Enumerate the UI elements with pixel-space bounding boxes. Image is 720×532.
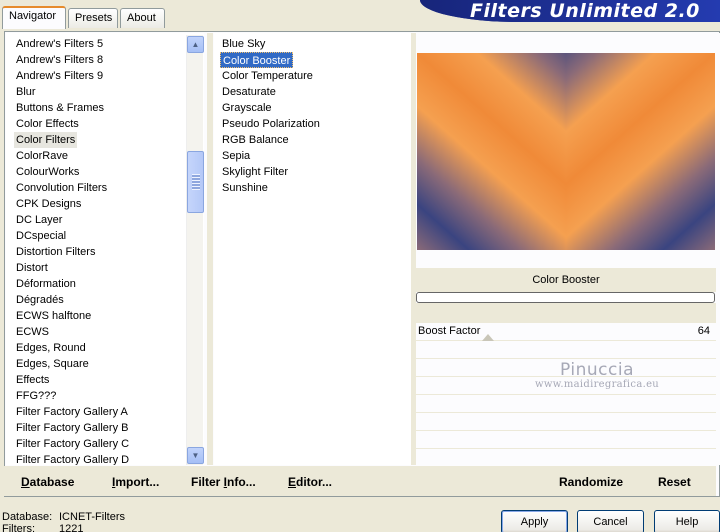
- parameter-list: Boost Factor 64: [416, 323, 716, 467]
- status-area: Database: ICNET-Filters Filters: 1221: [2, 511, 125, 532]
- filter-info-label: Filter: [191, 475, 224, 489]
- param-row-boost-factor[interactable]: Boost Factor 64: [416, 323, 716, 341]
- database-button[interactable]: Database: [21, 475, 74, 489]
- tab-about[interactable]: About: [120, 8, 165, 28]
- preview-image: [417, 53, 715, 250]
- status-filters: Filters: 1221: [2, 523, 125, 532]
- scroll-up-button[interactable]: ▲: [187, 36, 204, 53]
- filter-info-label-rest: nfo...: [227, 475, 256, 489]
- watermark-url: www.maidiregrafica.eu: [534, 379, 660, 390]
- filter-item[interactable]: Pseudo Polarization: [220, 116, 322, 132]
- category-list[interactable]: Andrew's Filters 5 Andrew's Filters 8 Andr…: [6, 33, 204, 465]
- category-item[interactable]: Effects: [14, 372, 51, 388]
- reset-button[interactable]: Reset: [658, 475, 691, 489]
- category-item[interactable]: ColourWorks: [14, 164, 81, 180]
- filter-item[interactable]: Blue Sky: [220, 36, 267, 52]
- category-item[interactable]: Andrew's Filters 8: [14, 52, 105, 68]
- filter-item[interactable]: Sunshine: [220, 180, 270, 196]
- category-item[interactable]: Blur: [14, 84, 38, 100]
- scroll-down-button[interactable]: ▼: [187, 447, 204, 464]
- status-key: Database:: [2, 511, 53, 523]
- watermark: Pinuccia www.maidiregrafica.eu: [532, 360, 662, 390]
- status-value: ICNET-Filters: [59, 511, 125, 523]
- tab-navigator[interactable]: Navigator: [2, 6, 66, 29]
- category-item[interactable]: Andrew's Filters 9: [14, 68, 105, 84]
- category-item[interactable]: Color Filters: [14, 132, 78, 148]
- param-row: [416, 413, 716, 431]
- import-label: mport...: [115, 475, 160, 489]
- editor-button[interactable]: Editor...: [288, 475, 332, 489]
- status-value: 1221: [59, 523, 84, 532]
- slider-marker-icon[interactable]: [482, 334, 494, 341]
- category-item[interactable]: Dégradés: [14, 292, 66, 308]
- scroll-thumb[interactable]: [187, 151, 204, 213]
- category-item[interactable]: DC Layer: [14, 212, 64, 228]
- param-row: [416, 395, 716, 413]
- category-item[interactable]: ECWS halftone: [14, 308, 93, 324]
- filter-name-label: Color Booster: [416, 268, 716, 292]
- category-scrollbar[interactable]: ▲ ▼: [186, 35, 204, 465]
- bottom-toolbar: Database Import... Filter Info... Editor…: [4, 466, 716, 496]
- category-item[interactable]: Edges, Round: [14, 340, 88, 356]
- param-value: 64: [697, 325, 710, 337]
- header-banner: Filters Unlimited 2.0: [420, 0, 720, 22]
- pane-divider[interactable]: [207, 33, 213, 465]
- editor-label: ditor...: [296, 475, 333, 489]
- param-label: Boost Factor: [418, 325, 481, 337]
- progress-bar: [416, 292, 715, 303]
- category-item[interactable]: ECWS: [14, 324, 51, 340]
- status-key: Filters:: [2, 523, 35, 532]
- grip-icon: [192, 174, 200, 190]
- category-item[interactable]: Edges, Square: [14, 356, 91, 372]
- param-row: [416, 449, 716, 467]
- preview-gradient: [417, 53, 715, 250]
- category-item[interactable]: Distortion Filters: [14, 244, 97, 260]
- param-row: [416, 431, 716, 449]
- app-title: Filters Unlimited 2.0: [470, 0, 700, 22]
- category-item[interactable]: Déformation: [14, 276, 78, 292]
- filter-info-button[interactable]: Filter Info...: [191, 475, 256, 489]
- category-item[interactable]: Convolution Filters: [14, 180, 109, 196]
- filter-item[interactable]: Color Booster: [220, 52, 294, 68]
- category-item[interactable]: DCspecial: [14, 228, 68, 244]
- tab-presets[interactable]: Presets: [68, 8, 118, 28]
- boost-factor-slider[interactable]: [482, 331, 642, 341]
- param-row: [416, 341, 716, 359]
- database-label: atabase: [29, 475, 75, 489]
- filter-item[interactable]: Color Temperature: [220, 68, 315, 84]
- cancel-button[interactable]: Cancel: [577, 510, 644, 532]
- category-item[interactable]: FFG???: [14, 388, 58, 404]
- accel-key: E: [288, 475, 297, 489]
- apply-button[interactable]: Apply: [501, 510, 568, 532]
- category-item[interactable]: CPK Designs: [14, 196, 83, 212]
- category-item[interactable]: Filter Factory Gallery A: [14, 404, 130, 420]
- category-item[interactable]: Filter Factory Gallery B: [14, 420, 130, 436]
- category-item[interactable]: ColorRave: [14, 148, 70, 164]
- filter-item[interactable]: RGB Balance: [220, 132, 291, 148]
- status-database: Database: ICNET-Filters: [2, 511, 125, 523]
- category-item[interactable]: Andrew's Filters 5: [14, 36, 105, 52]
- separator: [416, 303, 716, 323]
- accel-key: D: [21, 475, 30, 489]
- category-item[interactable]: Filter Factory Gallery D: [14, 452, 131, 465]
- filter-list[interactable]: Blue Sky Color Booster Color Temperature De…: [214, 33, 410, 465]
- help-button[interactable]: Help: [654, 510, 720, 532]
- category-item[interactable]: Buttons & Frames: [14, 100, 106, 116]
- category-item[interactable]: Distort: [14, 260, 50, 276]
- randomize-button[interactable]: Randomize: [559, 475, 623, 489]
- watermark-name: Pinuccia: [560, 360, 634, 380]
- category-item[interactable]: Color Effects: [14, 116, 81, 132]
- filter-item[interactable]: Sepia: [220, 148, 252, 164]
- filter-item[interactable]: Desaturate: [220, 84, 278, 100]
- category-item[interactable]: Filter Factory Gallery C: [14, 436, 131, 452]
- filter-item[interactable]: Skylight Filter: [220, 164, 290, 180]
- filter-item[interactable]: Grayscale: [220, 100, 274, 116]
- import-button[interactable]: Import...: [112, 475, 159, 489]
